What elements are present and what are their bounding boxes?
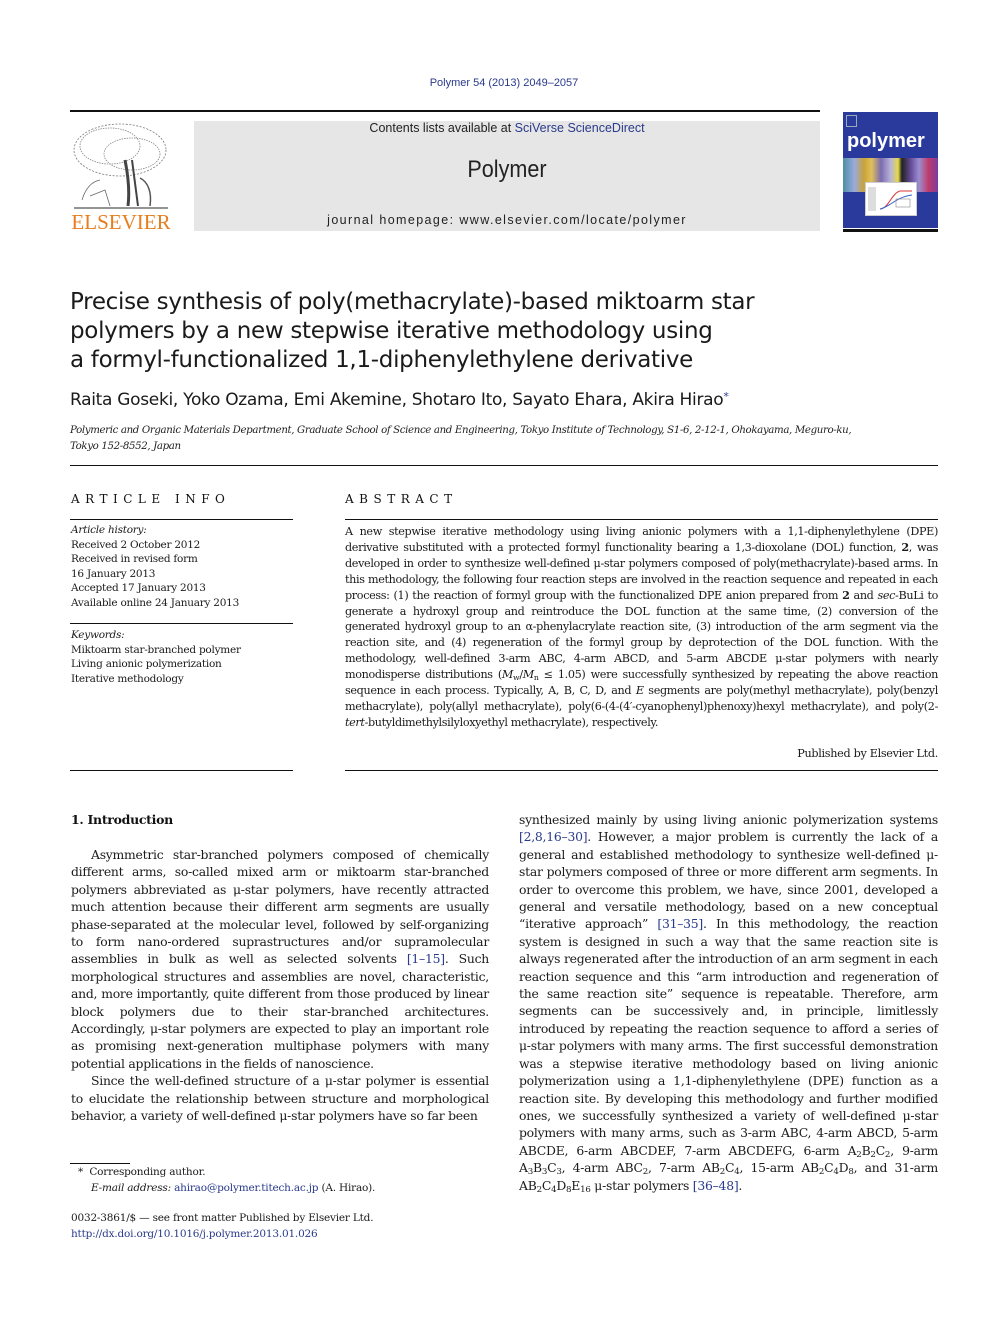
header-rule [70,110,820,112]
keyword-item: Living anionic polymerization [71,658,222,671]
paragraph-text: μ-star polymers [590,1177,693,1193]
tert-prefix: tert [345,715,365,729]
divider [70,623,293,624]
paragraph-text: Asymmetric star-branched polymers compos… [71,847,489,967]
article-history: Article history: Received 2 October 2012… [71,523,293,611]
formula-a2b2c2: A2B2C2 [847,1142,891,1160]
footnote-rule [70,1163,130,1164]
mw-subscript: w [512,673,520,683]
reference-link[interactable]: [31–35] [657,916,703,931]
cover-figure-inset [865,182,917,216]
cover-rule [843,229,938,232]
affiliation-line: Tokyo 152-8552, Japan [70,441,181,452]
paragraph-text: , 9-arm [890,1142,938,1158]
paragraph-text: synthesized mainly by using living anion… [519,812,938,827]
paragraph-text: . [738,1177,743,1193]
reference-link[interactable]: [1–15] [407,951,445,966]
formula-ab2c4: 2C4 [719,1160,740,1178]
paragraph-text: , 7-arm AB [648,1160,720,1176]
author-email-link[interactable]: ahirao@polymer.titech.ac.jp [174,1182,318,1194]
email-suffix: (A. Hirao). [318,1181,376,1194]
title-line: Precise synthesis of poly(methacrylate)-… [70,289,755,315]
article-title: Precise synthesis of poly(methacrylate)-… [70,288,790,375]
body-column-right: synthesized mainly by using living anion… [519,811,938,1194]
published-by: Published by Elsevier Ltd. [797,747,938,760]
contents-line: Contents lists available at SciVerse Sci… [194,121,820,135]
title-line: a formyl-functionalized 1,1-diphenylethy… [70,347,693,373]
history-label: Article history: [71,524,147,536]
journal-header-box: Contents lists available at SciVerse Sci… [194,121,820,231]
formula-a3b3c3: A3B3C3 [519,1160,562,1178]
divider [345,770,938,771]
compound-number: 2 [901,539,909,554]
divider [70,465,938,466]
keyword-item: Miktoarm star-branched polymer [71,643,241,656]
journal-cover-image: polymer [843,112,938,228]
author-names: Raita Goseki, Yoko Ozama, Emi Akemine, S… [70,390,724,410]
cover-elsevier-mini-icon [846,115,857,127]
keywords-label: Keywords: [71,629,125,641]
affiliation: Polymeric and Organic Materials Departme… [70,423,930,455]
elsevier-wordmark: ELSEVIER [71,210,171,234]
paragraph: Asymmetric star-branched polymers compos… [71,846,489,1072]
author-list: Raita Goseki, Yoko Ozama, Emi Akemine, S… [70,390,950,410]
corresponding-author-footnote: * Corresponding author. E-mail address: … [78,1165,498,1196]
keyword-item: Iterative methodology [71,672,184,685]
formula-ab2c4d8e16: 2C4D8E16 [536,1177,591,1195]
corresponding-label: Corresponding author. [89,1166,206,1178]
email-label: E-mail address: [91,1181,171,1194]
paragraph-text: . In this methodology, the reaction syst… [519,916,938,1158]
issn-line: 0032-3861/$ — see front matter Published… [71,1212,374,1224]
journal-name: Polymer [467,156,547,183]
contents-prefix: Contents lists available at [369,121,515,135]
footnote-marker: * [78,1166,84,1178]
sciencedirect-link[interactable]: SciVerse ScienceDirect [515,121,645,135]
mw-symbol: M [501,668,513,682]
journal-homepage-link[interactable]: journal homepage: www.elsevier.com/locat… [194,213,820,227]
divider [345,519,938,520]
abstract-text: -butyldimethylsilyloxyethyl methacrylate… [364,715,659,729]
paragraph-text: Since the well-defined structure of a μ-… [71,1073,489,1124]
paragraph-text: , 4-arm ABC [561,1160,643,1176]
title-line: polymers by a new stepwise iterative met… [70,318,713,344]
history-item: 16 January 2013 [71,567,156,580]
history-item: Received in revised form [71,553,198,566]
history-item: Received 2 October 2012 [71,538,201,551]
abstract-body: A new stepwise iterative methodology usi… [345,525,938,729]
paragraph: synthesized mainly by using living anion… [519,811,938,1194]
abstract-heading: ABSTRACT [345,492,458,506]
compound-number: 2 [842,587,850,602]
formula-ab2c4d8: 2C4D8 [818,1160,854,1178]
cover-title: polymer [847,130,925,152]
segment-label: E [635,684,644,698]
paragraph-text: , 15-arm AB [739,1160,820,1176]
section-heading-introduction: 1. Introduction [71,812,173,827]
keywords: Keywords: Miktoarm star-branched polymer… [71,628,293,686]
history-item: Available online 24 January 2013 [71,596,240,609]
mn-symbol: M [522,668,534,682]
divider [70,770,293,771]
affiliation-line: Polymeric and Organic Materials Departme… [70,425,852,436]
corresponding-author-link[interactable]: * [723,390,729,403]
reference-link[interactable]: [36–48] [693,1178,739,1193]
doi-link[interactable]: http://dx.doi.org/10.1016/j.polymer.2013… [71,1228,318,1240]
front-matter-info: 0032-3861/$ — see front matter Published… [71,1211,491,1242]
divider [70,519,293,520]
body-column-left: Asymmetric star-branched polymers compos… [71,846,489,1125]
journal-citation-link[interactable]: Polymer 54 (2013) 2049–2057 [0,77,992,89]
paragraph: Since the well-defined structure of a μ-… [71,1072,489,1124]
reference-link[interactable]: [2,8,16–30] [519,829,588,844]
reagent-prefix: sec [877,588,896,602]
abstract-text: A new stepwise iterative methodology usi… [345,525,938,554]
article-info-heading: ARTICLE INFO [71,492,231,506]
history-item: Accepted 17 January 2013 [71,582,206,595]
paragraph-text: . Such morphological structures and asse… [71,951,490,1071]
